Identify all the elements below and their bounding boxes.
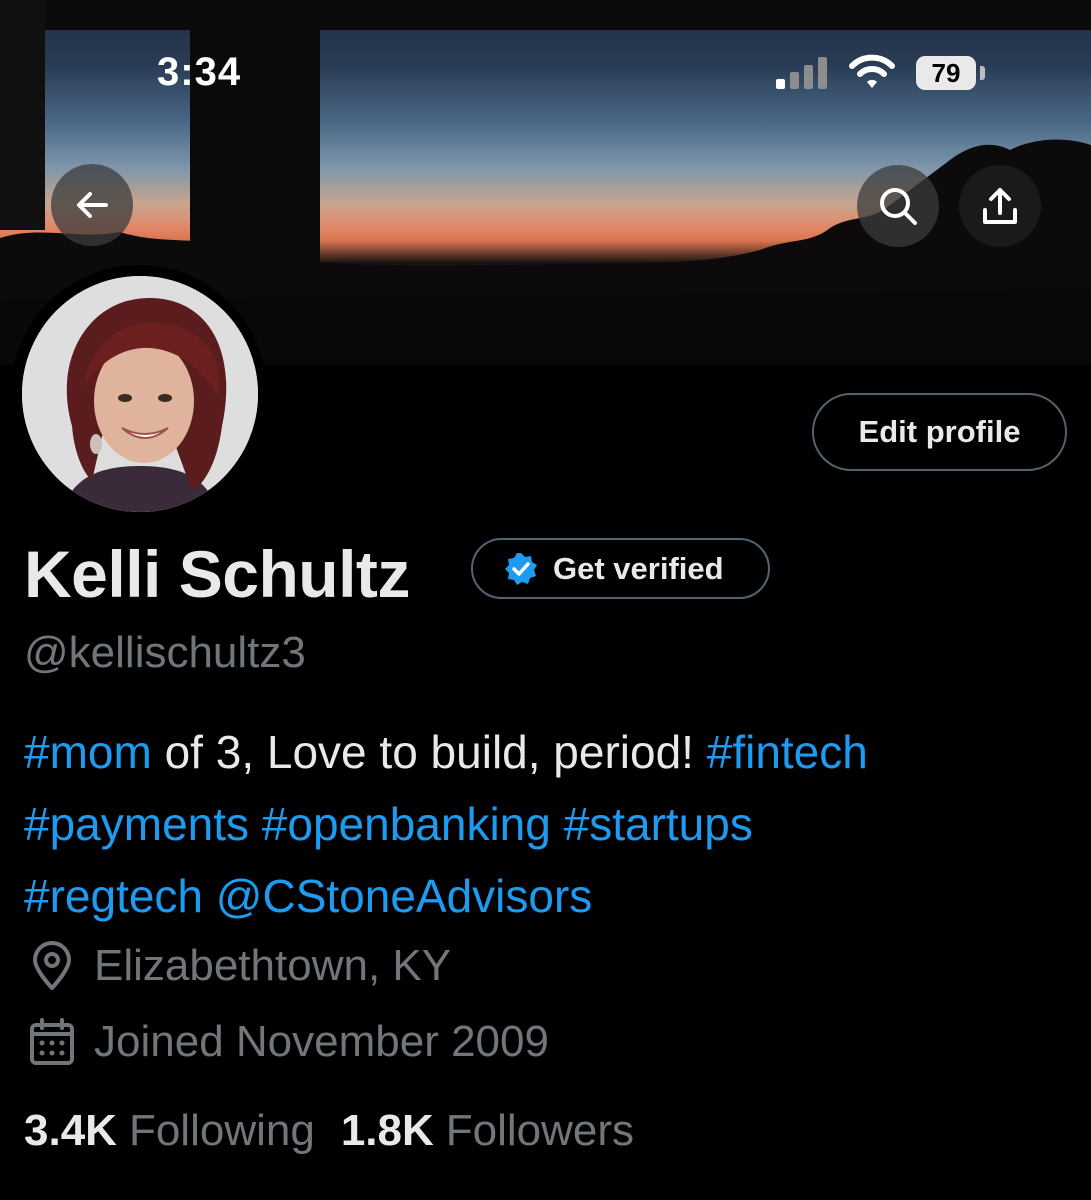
bio-text: of 3, Love to build, period! (151, 726, 707, 778)
bio-line-1: #mom of 3, Love to build, period! #finte… (24, 716, 1064, 788)
following-count[interactable]: 3.4K (24, 1106, 117, 1156)
calendar-icon (30, 1018, 74, 1065)
followers-count[interactable]: 1.8K (341, 1106, 434, 1156)
hashtag-link[interactable]: #mom (24, 726, 152, 778)
user-handle: @kellischultz3 (24, 628, 306, 677)
following-label[interactable]: Following (129, 1106, 315, 1156)
battery-tip (980, 66, 985, 80)
get-verified-button[interactable]: Get verified (471, 538, 770, 599)
avatar[interactable] (22, 276, 258, 512)
bio-line-2[interactable]: #payments #openbanking #startups (24, 788, 1064, 860)
bio: #mom of 3, Love to build, period! #finte… (24, 716, 1064, 932)
edit-profile-button[interactable]: Edit profile (812, 393, 1067, 471)
share-icon (983, 188, 1017, 224)
location-text: Elizabethtown, KY (94, 941, 452, 990)
location-row: Elizabethtown, KY (26, 940, 451, 992)
follow-counts: 3.4K Following 1.8K Followers (24, 1106, 660, 1156)
joined-text: Joined November 2009 (94, 1017, 549, 1066)
share-button[interactable] (959, 165, 1041, 247)
arrow-left-icon (77, 192, 108, 218)
display-name: Kelli Schultz (24, 537, 410, 611)
wifi-icon (849, 54, 895, 88)
cellular-signal-icon (776, 57, 827, 89)
location-pin-icon (33, 941, 71, 990)
hashtag-link[interactable]: #fintech (707, 726, 868, 778)
search-button[interactable] (857, 165, 939, 247)
verified-badge-icon (505, 552, 537, 585)
search-icon (880, 188, 917, 225)
avatar-photo (22, 276, 258, 512)
joined-row: Joined November 2009 (26, 1016, 549, 1068)
status-time: 3:34 (157, 50, 242, 94)
bio-line-3[interactable]: #regtech @CStoneAdvisors (24, 860, 1064, 932)
battery-indicator: 79 (916, 56, 976, 90)
get-verified-label: Get verified (553, 550, 724, 586)
back-button[interactable] (51, 164, 133, 246)
followers-label[interactable]: Followers (446, 1106, 634, 1156)
